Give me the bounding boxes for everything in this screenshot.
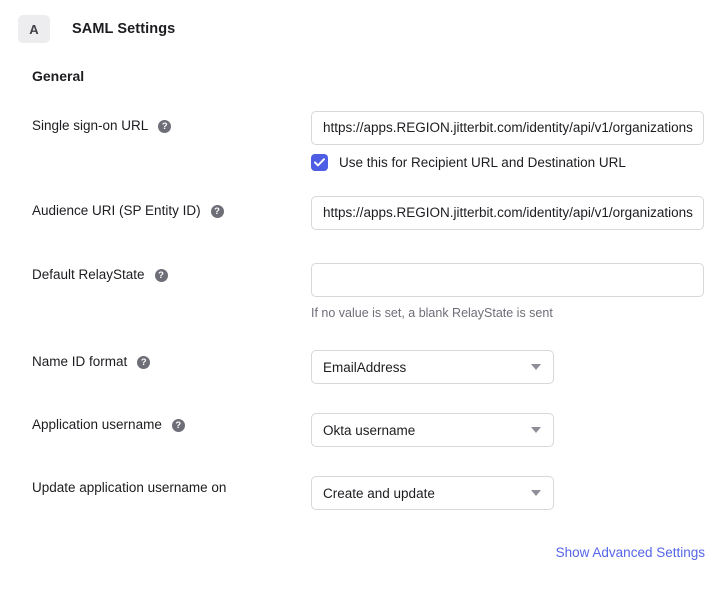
label-text: Audience URI (SP Entity ID)	[32, 203, 201, 218]
single-sign-on-url-input[interactable]: https://apps.REGION.jitterbit.com/identi…	[311, 111, 704, 145]
chevron-down-icon	[531, 364, 541, 370]
control-default-relaystate: If no value is set, a blank RelayState i…	[311, 263, 704, 321]
label-text: Name ID format	[32, 354, 128, 369]
control-application-username: Okta username	[311, 413, 554, 447]
recipient-destination-checkbox-row[interactable]: Use this for Recipient URL and Destinati…	[311, 154, 704, 171]
label-update-application-username-on: Update application username on	[32, 479, 226, 497]
chevron-down-icon	[531, 427, 541, 433]
name-id-format-value: EmailAddress	[323, 359, 407, 375]
application-username-select[interactable]: Okta username	[311, 413, 554, 447]
label-text: Application username	[32, 417, 162, 432]
audience-uri-input[interactable]: https://apps.REGION.jitterbit.com/identi…	[311, 196, 704, 230]
app-badge-icon: A	[18, 15, 50, 43]
label-single-sign-on-url: Single sign-on URL	[32, 117, 172, 135]
saml-settings-form: Single sign-on URL https://apps.REGION.j…	[0, 100, 720, 510]
control-single-sign-on-url: https://apps.REGION.jitterbit.com/identi…	[311, 111, 704, 171]
label-text: Default RelayState	[32, 267, 145, 282]
help-icon[interactable]	[154, 268, 168, 282]
control-audience-uri: https://apps.REGION.jitterbit.com/identi…	[311, 196, 704, 230]
default-relaystate-input[interactable]	[311, 263, 704, 297]
checkbox-label: Use this for Recipient URL and Destinati…	[339, 155, 626, 170]
name-id-format-select[interactable]: EmailAddress	[311, 350, 554, 384]
form-row-update-application-username-on: Update application username on Create an…	[0, 105, 720, 510]
checkbox-checked-icon[interactable]	[311, 154, 328, 171]
label-text: Update application username on	[32, 480, 227, 495]
label-default-relaystate: Default RelayState	[32, 266, 168, 284]
help-icon[interactable]	[158, 119, 172, 133]
update-application-username-on-select[interactable]: Create and update	[311, 476, 554, 510]
control-update-application-username-on: Create and update	[311, 476, 554, 510]
page-title: SAML Settings	[72, 21, 176, 37]
label-application-username: Application username	[32, 416, 185, 434]
help-icon[interactable]	[137, 355, 151, 369]
section-heading-general: General	[32, 68, 85, 84]
label-name-id-format: Name ID format	[32, 353, 151, 371]
chevron-down-icon	[531, 490, 541, 496]
show-advanced-settings-link[interactable]: Show Advanced Settings	[556, 545, 705, 560]
update-application-username-on-value: Create and update	[323, 485, 435, 501]
control-name-id-format: EmailAddress	[311, 350, 554, 384]
label-text: Single sign-on URL	[32, 118, 149, 133]
default-relaystate-hint: If no value is set, a blank RelayState i…	[311, 306, 553, 320]
app-header: A SAML Settings	[0, 0, 720, 44]
help-icon[interactable]	[171, 418, 185, 432]
application-username-value: Okta username	[323, 422, 416, 438]
help-icon[interactable]	[210, 204, 224, 218]
label-audience-uri: Audience URI (SP Entity ID)	[32, 202, 224, 220]
